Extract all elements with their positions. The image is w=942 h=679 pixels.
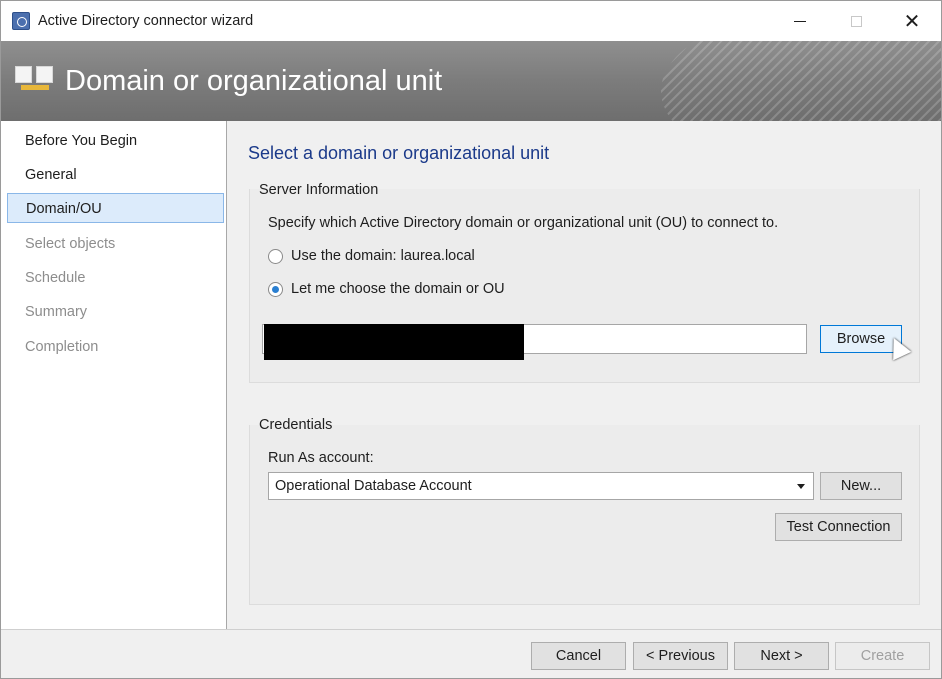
nav-item-completion: Completion <box>25 339 99 355</box>
choose-domain-radio[interactable] <box>268 281 283 297</box>
run-as-selected-value: Operational Database Account <box>275 478 472 494</box>
minimize-icon <box>794 20 806 22</box>
banner-decoration <box>661 41 941 121</box>
nav-item-before-you-begin[interactable]: Before You Begin <box>1 126 227 156</box>
redacted-region <box>264 324 524 360</box>
run-as-account-select[interactable]: Operational Database Account <box>268 472 814 500</box>
use-domain-label: Use the domain: laurea.local <box>291 248 475 264</box>
server-description: Specify which Active Directory domain or… <box>268 215 779 231</box>
next-button[interactable]: Next > <box>734 642 829 670</box>
wizard-content: Select a domain or organizational unit S… <box>228 121 941 629</box>
close-button[interactable]: ✕ <box>883 1 941 41</box>
new-account-button[interactable]: New... <box>820 472 902 500</box>
choose-domain-label: Let me choose the domain or OU <box>291 281 505 297</box>
app-icon <box>12 12 30 30</box>
wizard-steps-nav: Before You Begin General Domain/OU Selec… <box>1 121 227 629</box>
title-bar: Active Directory connector wizard ✕ <box>1 1 941 41</box>
chevron-down-icon[interactable] <box>797 484 805 489</box>
cancel-button[interactable]: Cancel <box>531 642 626 670</box>
page-heading: Select a domain or organizational unit <box>248 143 550 163</box>
maximize-button <box>827 1 885 41</box>
wizard-footer: Cancel < Previous Next > Create <box>1 629 941 678</box>
nav-item-select-objects: Select objects <box>25 236 116 252</box>
nav-item-domain-ou[interactable]: Domain/OU <box>7 193 224 223</box>
credentials-label: Credentials <box>259 417 333 433</box>
server-information-label: Server Information <box>259 182 379 198</box>
maximize-icon <box>850 15 862 27</box>
choose-domain-option[interactable]: Let me choose the domain or OU <box>268 279 505 299</box>
minimize-button[interactable] <box>771 1 829 41</box>
wizard-pages-icon <box>15 66 55 96</box>
use-domain-option[interactable]: Use the domain: laurea.local <box>268 246 475 266</box>
banner-title: Domain or organizational unit <box>65 65 443 97</box>
nav-item-schedule: Schedule <box>25 270 86 286</box>
previous-button[interactable]: < Previous <box>633 642 728 670</box>
test-connection-button[interactable]: Test Connection <box>775 513 902 541</box>
use-domain-radio[interactable] <box>268 248 283 264</box>
run-as-label: Run As account: <box>268 450 374 466</box>
close-icon: ✕ <box>903 10 921 33</box>
wizard-window: Active Directory connector wizard ✕ Doma… <box>0 0 942 679</box>
nav-item-general[interactable]: General <box>1 160 227 190</box>
header-banner: Domain or organizational unit <box>1 41 941 121</box>
window-title: Active Directory connector wizard <box>38 13 254 29</box>
nav-item-summary: Summary <box>25 304 88 320</box>
create-button: Create <box>835 642 930 670</box>
